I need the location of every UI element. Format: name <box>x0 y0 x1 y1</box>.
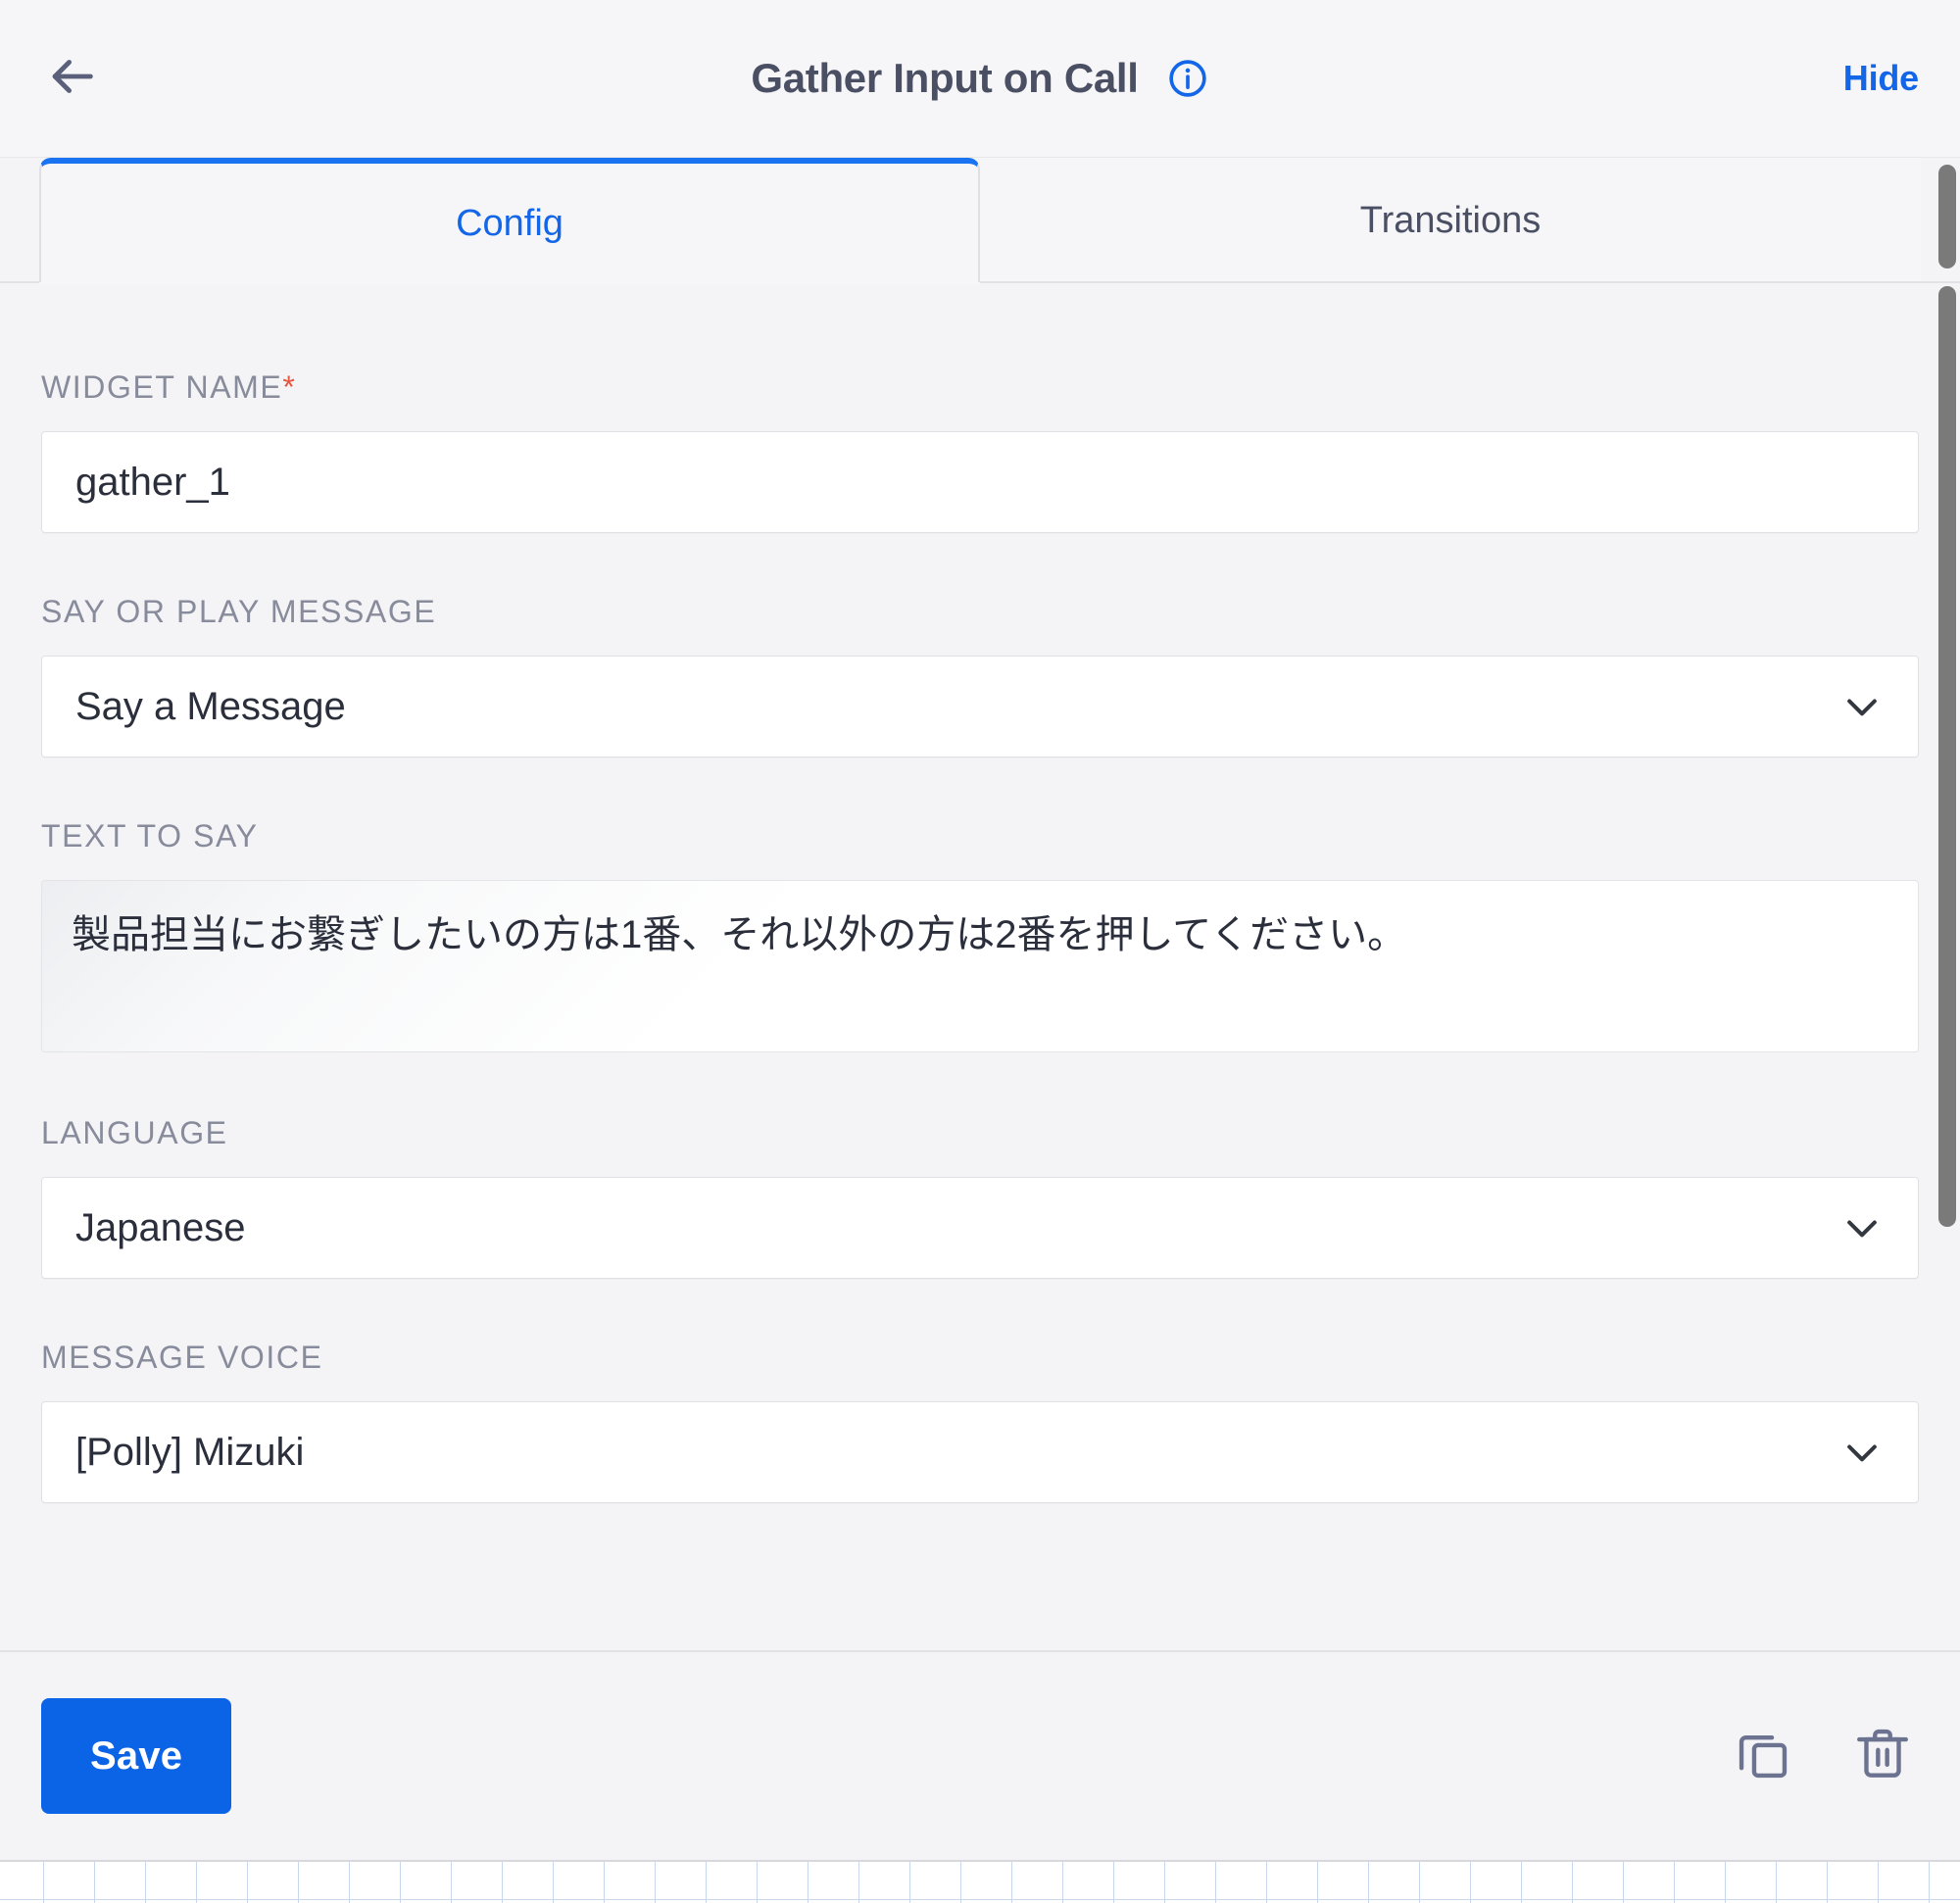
panel-title-group: Gather Input on Call <box>751 55 1208 102</box>
required-marker: * <box>282 369 297 405</box>
language-label: LANGUAGE <box>41 1115 228 1150</box>
info-circle-icon[interactable] <box>1166 57 1209 100</box>
say-or-play-value: Say a Message <box>75 684 346 728</box>
field-language: LANGUAGE Japanese <box>41 1115 1919 1279</box>
tab-config[interactable]: Config <box>39 158 980 285</box>
field-say-or-play-message: SAY OR PLAY MESSAGE Say a Message <box>41 594 1919 757</box>
panel-scrollbar-thumb[interactable] <box>1938 286 1956 1227</box>
say-or-play-label: SAY OR PLAY MESSAGE <box>41 594 437 629</box>
text-to-say-textarea[interactable] <box>41 880 1919 1052</box>
widget-name-label: WIDGET NAME* <box>41 369 1919 406</box>
back-button[interactable] <box>41 48 102 109</box>
message-voice-label: MESSAGE VOICE <box>41 1340 323 1375</box>
chevron-down-icon <box>1839 684 1885 729</box>
field-text-to-say: TEXT TO SAY <box>41 818 1919 1052</box>
arrow-left-icon <box>43 48 100 110</box>
trash-icon <box>1852 1724 1913 1789</box>
language-select[interactable]: Japanese <box>41 1177 1919 1279</box>
message-voice-select[interactable]: [Polly] Mizuki <box>41 1401 1919 1503</box>
panel-scrollbar-thumb-upper[interactable] <box>1938 165 1956 268</box>
field-widget-name: WIDGET NAME* <box>41 369 1919 533</box>
page-title: Gather Input on Call <box>751 55 1139 101</box>
panel-footer: Save <box>0 1650 1960 1860</box>
duplicate-widget-button[interactable] <box>1727 1720 1799 1792</box>
delete-widget-button[interactable] <box>1846 1720 1919 1792</box>
widget-name-input[interactable] <box>41 431 1919 533</box>
message-voice-value: [Polly] Mizuki <box>75 1430 305 1474</box>
save-button[interactable]: Save <box>41 1698 232 1814</box>
flow-canvas-grid <box>0 1860 1960 1903</box>
chevron-down-icon <box>1839 1205 1885 1250</box>
field-message-voice: MESSAGE VOICE [Polly] Mizuki <box>41 1340 1919 1503</box>
language-value: Japanese <box>75 1205 246 1249</box>
text-to-say-label: TEXT TO SAY <box>41 818 259 854</box>
chevron-down-icon <box>1839 1430 1885 1475</box>
hide-button[interactable]: Hide <box>1843 58 1919 99</box>
tab-transitions[interactable]: Transitions <box>980 158 1921 283</box>
widget-config-panel: Gather Input on Call Hide Config Transit… <box>0 0 1960 1860</box>
tab-bar: Config Transitions <box>0 158 1960 285</box>
panel-header: Gather Input on Call Hide <box>0 0 1960 158</box>
widget-name-label-text: WIDGET NAME <box>41 369 283 405</box>
say-or-play-select[interactable]: Say a Message <box>41 656 1919 757</box>
config-form: WIDGET NAME* SAY OR PLAY MESSAGE Say a M… <box>0 283 1960 1650</box>
copy-icon <box>1733 1724 1793 1789</box>
